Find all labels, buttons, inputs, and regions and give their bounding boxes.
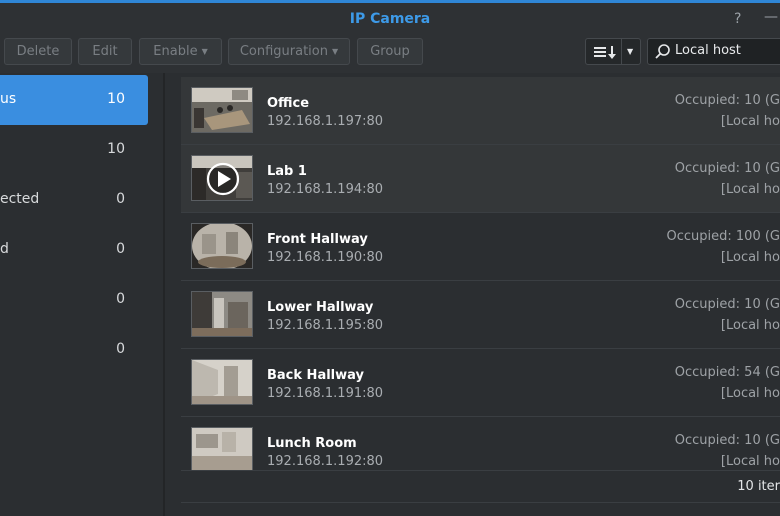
delete-button[interactable]: Delete bbox=[4, 38, 72, 65]
search-input[interactable]: Local host bbox=[675, 43, 741, 58]
sidebar-item-label: us bbox=[0, 91, 17, 107]
minimize-icon[interactable]: — bbox=[764, 9, 778, 25]
configuration-button[interactable]: Configuration ▼ bbox=[228, 38, 350, 65]
camera-occupied: Occupied: 10 (G bbox=[674, 161, 780, 176]
camera-name: Lower Hallway bbox=[267, 300, 374, 315]
item-count: 10 iter bbox=[737, 479, 780, 494]
camera-host: [Local ho bbox=[720, 182, 780, 197]
camera-row[interactable]: Office 192.168.1.197:80 Occupied: 10 (G … bbox=[181, 77, 780, 145]
sidebar-item-disconnected[interactable]: ected 0 bbox=[0, 175, 148, 225]
sidebar-item-6[interactable]: 0 bbox=[0, 325, 148, 375]
sidebar: us 10 10 ected 0 d 0 0 0 bbox=[0, 73, 163, 516]
camera-row[interactable]: Back Hallway 192.168.1.191:80 Occupied: … bbox=[181, 349, 780, 417]
sidebar-item-count: 0 bbox=[116, 191, 125, 207]
chevron-down-icon: ▼ bbox=[332, 47, 339, 56]
play-icon[interactable] bbox=[207, 163, 239, 195]
camera-name: Lab 1 bbox=[267, 164, 307, 179]
camera-row[interactable]: Lab 1 192.168.1.194:80 Occupied: 10 (G [… bbox=[181, 145, 780, 213]
sidebar-item-status[interactable]: us 10 bbox=[0, 75, 148, 125]
camera-ip: 192.168.1.192:80 bbox=[267, 454, 384, 469]
camera-thumbnail bbox=[191, 359, 253, 405]
sort-button[interactable]: ▼ bbox=[585, 38, 641, 65]
camera-row[interactable]: Front Hallway 192.168.1.190:80 Occupied:… bbox=[181, 213, 780, 281]
configuration-button-label: Configuration bbox=[239, 44, 328, 59]
camera-occupied: Occupied: 10 (G bbox=[674, 93, 780, 108]
enable-button-label: Enable bbox=[153, 44, 198, 59]
sidebar-divider bbox=[163, 73, 165, 516]
sidebar-item-5[interactable]: 0 bbox=[0, 275, 148, 325]
toolbar: Delete Edit Enable ▼ Configuration ▼ Group… bbox=[0, 35, 780, 73]
sidebar-item-count: 10 bbox=[107, 141, 125, 157]
window-title: IP Camera bbox=[349, 11, 431, 27]
sidebar-item-count: 0 bbox=[116, 341, 125, 357]
camera-thumbnail bbox=[191, 87, 253, 133]
camera-ip: 192.168.1.195:80 bbox=[267, 318, 384, 333]
camera-row[interactable]: Lunch Room 192.168.1.192:80 Occupied: 10… bbox=[181, 417, 780, 470]
camera-host: [Local ho bbox=[720, 386, 780, 401]
camera-occupied: Occupied: 54 (G bbox=[674, 365, 780, 380]
camera-thumbnail bbox=[191, 223, 253, 269]
camera-host: [Local ho bbox=[720, 114, 780, 129]
search-field[interactable]: Local host bbox=[647, 38, 780, 65]
delete-button-label: Delete bbox=[16, 44, 60, 59]
search-icon bbox=[655, 44, 670, 59]
camera-ip: 192.168.1.194:80 bbox=[267, 182, 384, 197]
camera-host: [Local ho bbox=[720, 318, 780, 333]
camera-thumbnail bbox=[191, 427, 253, 470]
camera-thumbnail bbox=[191, 291, 253, 337]
camera-name: Lunch Room bbox=[267, 436, 357, 451]
camera-host: [Local ho bbox=[720, 454, 780, 469]
camera-occupied: Occupied: 10 (G bbox=[674, 433, 780, 448]
camera-name: Front Hallway bbox=[267, 232, 368, 247]
group-button-label: Group bbox=[370, 44, 410, 59]
title-bar: IP Camera ? — bbox=[0, 3, 780, 35]
footer-bottom-divider bbox=[181, 502, 780, 503]
camera-name: Back Hallway bbox=[267, 368, 364, 383]
camera-ip: 192.168.1.197:80 bbox=[267, 114, 384, 129]
camera-host: [Local ho bbox=[720, 250, 780, 265]
chevron-down-icon: ▼ bbox=[201, 47, 208, 56]
camera-row[interactable]: Lower Hallway 192.168.1.195:80 Occupied:… bbox=[181, 281, 780, 349]
camera-name: Office bbox=[267, 96, 310, 111]
sort-divider bbox=[621, 39, 622, 64]
sort-dropdown-icon[interactable]: ▼ bbox=[627, 47, 633, 56]
camera-ip: 192.168.1.190:80 bbox=[267, 250, 384, 265]
sidebar-item-disabled[interactable]: d 0 bbox=[0, 225, 148, 275]
camera-occupied: Occupied: 10 (G bbox=[674, 297, 780, 312]
camera-occupied: Occupied: 100 (G bbox=[666, 229, 780, 244]
sidebar-item-enabled[interactable]: 10 bbox=[0, 125, 148, 175]
sort-icon bbox=[594, 46, 616, 59]
sidebar-item-label: d bbox=[0, 241, 9, 257]
camera-list: Office 192.168.1.197:80 Occupied: 10 (G … bbox=[181, 77, 780, 470]
camera-ip: 192.168.1.191:80 bbox=[267, 386, 384, 401]
help-icon[interactable]: ? bbox=[734, 11, 741, 27]
edit-button[interactable]: Edit bbox=[78, 38, 132, 65]
list-footer-divider bbox=[181, 470, 780, 471]
sidebar-item-count: 10 bbox=[107, 91, 125, 107]
group-button[interactable]: Group bbox=[357, 38, 423, 65]
sidebar-item-label: ected bbox=[0, 191, 40, 207]
sidebar-item-count: 0 bbox=[116, 241, 125, 257]
enable-button[interactable]: Enable ▼ bbox=[139, 38, 222, 65]
edit-button-label: Edit bbox=[92, 44, 118, 59]
sidebar-item-count: 0 bbox=[116, 291, 125, 307]
